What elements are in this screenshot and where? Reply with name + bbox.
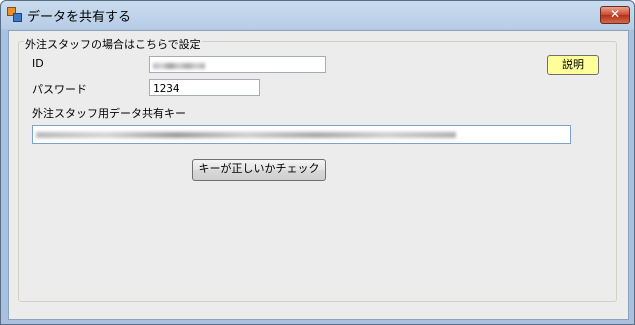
client-area: 外注スタッフの場合はこちらで設定 ID パスワード 1234 外注スタッフ用デー…: [8, 30, 629, 320]
dialog-window: データを共有する ✕ 外注スタッフの場合はこちらで設定 ID パスワード 123…: [0, 0, 635, 325]
share-key-redacted: [36, 132, 456, 138]
help-button[interactable]: 説明: [547, 55, 599, 75]
app-icon: [7, 7, 22, 22]
id-field-redacted: [153, 63, 205, 69]
group-title: 外注スタッフの場合はこちらで設定: [24, 36, 202, 52]
close-button[interactable]: ✕: [600, 6, 630, 24]
id-label: ID: [32, 57, 44, 70]
window-title: データを共有する: [27, 10, 132, 25]
share-key-field[interactable]: [32, 125, 571, 144]
password-label: パスワード: [32, 83, 87, 96]
id-field[interactable]: [149, 56, 326, 73]
password-field[interactable]: 1234: [149, 79, 260, 96]
close-icon: ✕: [609, 7, 621, 21]
check-key-button[interactable]: キーが正しいかチェック: [192, 159, 326, 181]
title-bar[interactable]: データを共有する ✕: [1, 1, 634, 29]
share-key-label: 外注スタッフ用データ共有キー: [32, 107, 186, 120]
